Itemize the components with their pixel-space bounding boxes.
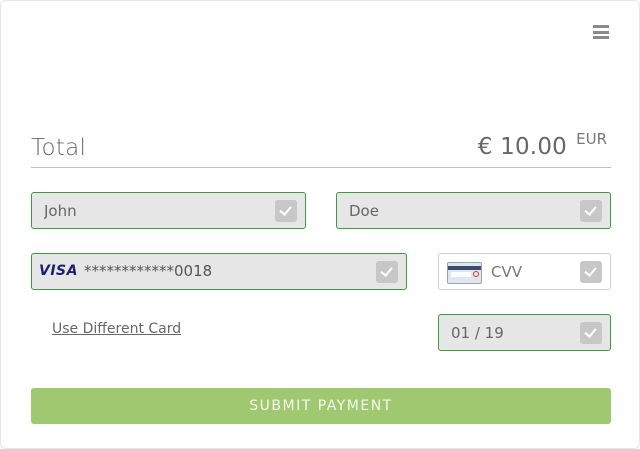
cvv-field[interactable] xyxy=(438,253,611,290)
cvv-input[interactable] xyxy=(491,254,560,289)
checkmark-icon xyxy=(275,200,297,222)
card-back-cvv-icon xyxy=(447,262,482,284)
checkmark-icon xyxy=(580,200,602,222)
total-label: Total xyxy=(31,135,87,161)
currency-code: EUR xyxy=(576,130,607,148)
last-name-input[interactable] xyxy=(349,193,513,228)
total-row: Total € 10.00 EUR xyxy=(31,121,611,168)
expiry-input[interactable] xyxy=(451,315,554,350)
use-different-card-link[interactable]: Use Different Card xyxy=(52,321,181,337)
submit-payment-button[interactable]: SUBMIT PAYMENT xyxy=(31,388,611,424)
card-number-field[interactable]: VISA ************0018 xyxy=(31,253,407,290)
last-name-field[interactable] xyxy=(336,192,611,229)
visa-logo-icon: VISA xyxy=(39,263,78,279)
checkmark-icon xyxy=(580,322,602,344)
expiry-field[interactable] xyxy=(438,314,611,351)
total-amount: € 10.00 xyxy=(477,134,567,160)
checkmark-icon xyxy=(376,261,398,283)
first-name-input[interactable] xyxy=(44,193,208,228)
hamburger-menu-icon[interactable] xyxy=(593,25,609,39)
payment-form: Total € 10.00 EUR VISA ************0018 … xyxy=(0,0,640,449)
card-number-value[interactable]: ************0018 xyxy=(84,254,212,289)
first-name-field[interactable] xyxy=(31,192,306,229)
checkmark-icon xyxy=(580,261,602,283)
